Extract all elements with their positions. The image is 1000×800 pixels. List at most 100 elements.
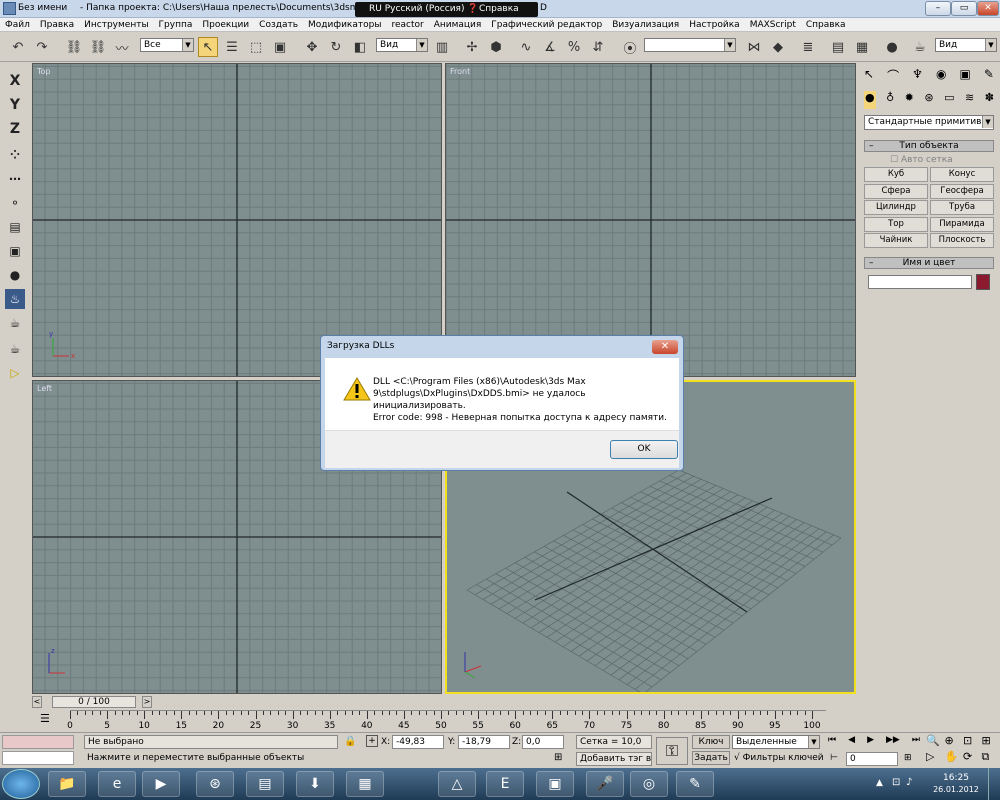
explorer-icon[interactable]: 📁 bbox=[48, 771, 86, 797]
primitive-button[interactable]: Геосфера bbox=[930, 183, 994, 199]
field-of-view-icon[interactable]: ▷ bbox=[926, 750, 945, 767]
clock-date[interactable]: 26.01.2012 bbox=[930, 785, 982, 794]
spinner-snap-icon[interactable]: ⇵ bbox=[588, 37, 608, 57]
chevron-down-icon[interactable]: ▼ bbox=[182, 39, 193, 51]
time-tag-icon[interactable]: ⊞ bbox=[554, 752, 562, 763]
tray-network-icon[interactable]: ⊡ bbox=[892, 777, 900, 788]
primitive-button[interactable]: Сфера bbox=[864, 183, 928, 199]
current-frame-field[interactable]: 0 bbox=[846, 752, 898, 766]
play-icon[interactable]: ▶ bbox=[867, 735, 874, 749]
go-to-start-icon[interactable]: ⏮ bbox=[828, 735, 836, 749]
time-next-icon[interactable]: > bbox=[142, 696, 152, 708]
chevron-down-icon[interactable]: ▼ bbox=[982, 116, 993, 128]
named-selection-icon[interactable]: ⦿ bbox=[620, 37, 640, 57]
axis-z-button[interactable]: Z bbox=[5, 119, 25, 139]
menu-item[interactable]: Инструменты bbox=[79, 18, 153, 32]
track-bar-ruler[interactable]: 0 5 10 15 20 25 30 35 40 45 50 55 60 65 70 75 80 85 90 95 10… bbox=[67, 710, 826, 732]
transform-gizmo-icon[interactable]: ⁘ bbox=[5, 145, 25, 165]
chip-icon[interactable]: ▦ bbox=[346, 771, 384, 797]
help-label[interactable]: Справка bbox=[479, 4, 519, 14]
render-setup-icon[interactable]: ☕ bbox=[910, 37, 930, 57]
add-time-tag-field[interactable]: Добавить тэг врем bbox=[576, 752, 652, 766]
object-color-swatch[interactable] bbox=[976, 274, 990, 290]
menu-item[interactable]: Создать bbox=[254, 18, 303, 32]
motion-tab-icon[interactable]: ◉ bbox=[936, 67, 946, 87]
select-icon[interactable]: ↖ bbox=[198, 37, 218, 57]
rotate-icon[interactable]: ↻ bbox=[326, 37, 346, 57]
link-icon[interactable]: ⛓ bbox=[64, 37, 84, 57]
redo-icon[interactable]: ↷ bbox=[32, 37, 52, 57]
menu-item[interactable]: Файл bbox=[0, 18, 35, 32]
name-color-rollout[interactable]: – Имя и цвет bbox=[864, 257, 994, 269]
render-type-dropdown[interactable]: Вид ▼ bbox=[935, 38, 997, 52]
lock-icon[interactable]: 🔒 bbox=[344, 736, 356, 747]
viewport-front[interactable]: Front bbox=[445, 63, 856, 377]
menu-item[interactable]: Группа bbox=[154, 18, 198, 32]
go-to-end-icon[interactable]: ⏭ bbox=[912, 735, 920, 749]
maxscript-mini-listener[interactable] bbox=[2, 751, 74, 765]
time-slider[interactable]: < 0 / 100 > bbox=[30, 695, 856, 709]
schematic-view-icon[interactable]: ▦ bbox=[852, 37, 872, 57]
chevron-down-icon[interactable]: ▼ bbox=[724, 39, 735, 51]
lights-icon[interactable]: ✹ bbox=[905, 91, 914, 109]
tray-volume-icon[interactable]: ♪ bbox=[906, 777, 912, 788]
e-app-icon[interactable]: E bbox=[486, 771, 524, 797]
hierarchy-tab-icon[interactable]: ♆ bbox=[912, 67, 923, 87]
mirror-icon[interactable]: ⋈ bbox=[744, 37, 764, 57]
download-icon[interactable]: ⬇ bbox=[296, 771, 334, 797]
object-name-input[interactable] bbox=[868, 275, 972, 289]
play-icon[interactable]: ▷ bbox=[5, 363, 25, 383]
select-by-name-icon[interactable]: ☰ bbox=[222, 37, 242, 57]
render-frame-icon[interactable]: ▣ bbox=[5, 241, 25, 261]
clock-time[interactable]: 16:25 bbox=[936, 773, 976, 783]
dialog-close-button[interactable]: ✕ bbox=[652, 340, 678, 354]
zoom-all-icon[interactable]: ⊕ bbox=[945, 734, 964, 750]
utilities-tab-icon[interactable]: ✎ bbox=[984, 67, 994, 87]
keyboard-shortcut-icon[interactable]: ⬢ bbox=[486, 37, 506, 57]
show-desktop-button[interactable] bbox=[988, 768, 1000, 800]
spacewarps-icon[interactable]: ≋ bbox=[965, 91, 974, 109]
start-button[interactable] bbox=[2, 769, 40, 799]
teapot-icon[interactable]: ☕ bbox=[5, 313, 25, 333]
reference-coord-dropdown[interactable]: Вид ▼ bbox=[376, 38, 428, 52]
unlink-icon[interactable]: ⛓ bbox=[88, 37, 108, 57]
snap-3d-icon[interactable]: ∿ bbox=[516, 37, 536, 57]
menu-item[interactable]: Графический редактор bbox=[486, 18, 607, 32]
viewport-label[interactable]: Left bbox=[37, 384, 52, 393]
primitive-button[interactable]: Тор bbox=[864, 216, 928, 232]
ie-icon[interactable]: e bbox=[98, 771, 136, 797]
next-frame-icon[interactable]: ▶▶ bbox=[886, 735, 900, 749]
primitive-category-dropdown[interactable]: Стандартные примитивы ▼ bbox=[864, 115, 994, 130]
axis-constraint-icon[interactable]: ⋯ bbox=[5, 169, 25, 189]
arc-rotate-icon[interactable]: ⟳ bbox=[963, 750, 982, 767]
pivot-icon[interactable]: ▥ bbox=[432, 37, 452, 57]
rect-region-icon[interactable]: ⬚ bbox=[246, 37, 266, 57]
chevron-down-icon[interactable]: ▼ bbox=[808, 736, 819, 748]
language-bar[interactable]: RU Русский (Россия) ❓ Справка bbox=[355, 2, 538, 17]
zoom-extents-icon[interactable]: ⊡ bbox=[963, 734, 982, 750]
named-selection-dropdown[interactable]: ▼ bbox=[644, 38, 736, 52]
maximize-button[interactable]: ▭ bbox=[951, 1, 977, 16]
network-icon[interactable]: ⊛ bbox=[196, 771, 234, 797]
undo-icon[interactable]: ↶ bbox=[8, 37, 28, 57]
menu-item[interactable]: Настройка bbox=[684, 18, 745, 32]
autogrid-checkbox[interactable]: ☐ Авто сетка bbox=[890, 155, 953, 165]
viewport-label[interactable]: Top bbox=[37, 67, 51, 76]
key-filters-button[interactable]: √ Фильтры ключей bbox=[734, 753, 824, 763]
help-icon[interactable]: ❓ bbox=[467, 4, 478, 14]
object-type-rollout[interactable]: – Тип объекта bbox=[864, 140, 994, 152]
geometry-icon[interactable]: ● bbox=[864, 91, 876, 109]
axis-y-button[interactable]: Y bbox=[5, 95, 25, 115]
pan-icon[interactable]: ✋ bbox=[945, 750, 964, 767]
track-bar-icon[interactable]: ☰ bbox=[40, 712, 50, 725]
app-icon-tools[interactable]: ✎ bbox=[676, 771, 714, 797]
absolute-mode-icon[interactable]: + bbox=[366, 735, 378, 747]
display-tab-icon[interactable]: ▣ bbox=[960, 67, 971, 87]
viewport-label[interactable]: Front bbox=[450, 67, 470, 76]
menu-item[interactable]: Модификаторы bbox=[303, 18, 386, 32]
cameras-icon[interactable]: ⊛ bbox=[924, 91, 933, 109]
scale-icon[interactable]: ◧ bbox=[350, 37, 370, 57]
app-icon-g[interactable]: ◎ bbox=[630, 771, 668, 797]
key-mode-dropdown[interactable]: Выделенные ▼ bbox=[732, 735, 820, 749]
set-key-button[interactable]: Задать bbox=[692, 751, 730, 765]
